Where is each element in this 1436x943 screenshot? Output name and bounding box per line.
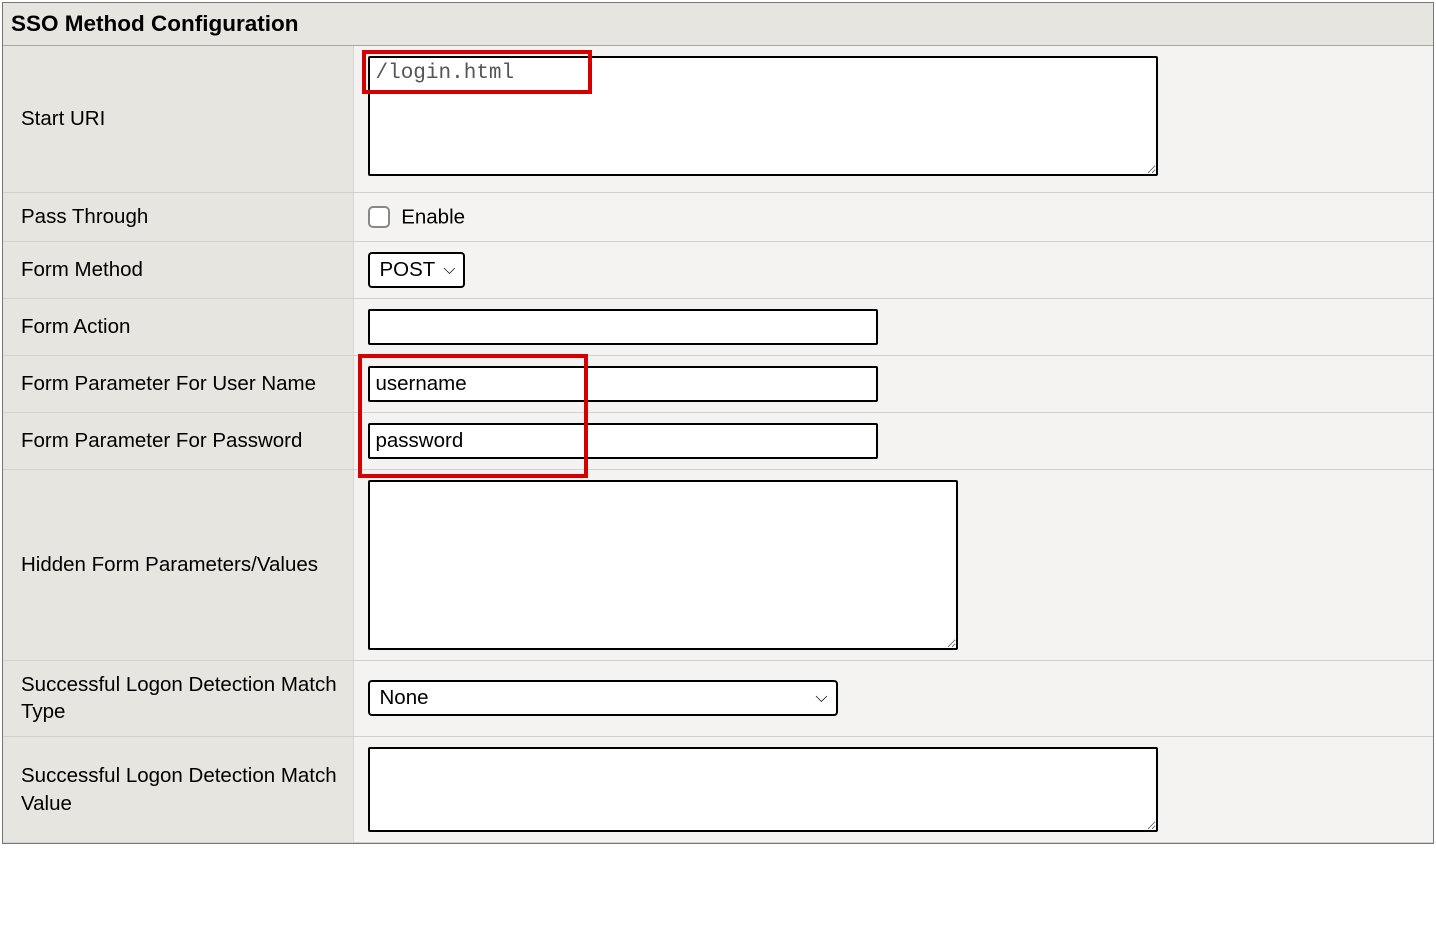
pass-through-checkbox[interactable] bbox=[368, 206, 390, 228]
label-param-password: Form Parameter For Password bbox=[3, 412, 353, 469]
label-form-method: Form Method bbox=[3, 241, 353, 298]
sso-method-configuration-panel: SSO Method Configuration Start URI Pass … bbox=[2, 2, 1434, 844]
label-form-action: Form Action bbox=[3, 298, 353, 355]
param-username-input[interactable] bbox=[368, 366, 878, 402]
config-form-table: Start URI Pass Through Enable Form Metho… bbox=[3, 45, 1433, 843]
start-uri-textarea[interactable] bbox=[368, 56, 1158, 176]
label-param-username: Form Parameter For User Name bbox=[3, 355, 353, 412]
form-action-input[interactable] bbox=[368, 309, 878, 345]
label-start-uri: Start URI bbox=[3, 46, 353, 193]
match-type-select-value: None bbox=[380, 686, 429, 710]
match-value-textarea[interactable] bbox=[368, 747, 1158, 832]
panel-title: SSO Method Configuration bbox=[3, 3, 1433, 45]
chevron-down-icon: ⌵ bbox=[443, 262, 455, 278]
match-type-select[interactable]: None ⌵ bbox=[368, 680, 838, 716]
label-match-type: Successful Logon Detection Match Type bbox=[3, 660, 353, 736]
hidden-params-textarea[interactable] bbox=[368, 480, 958, 650]
label-hidden-params: Hidden Form Parameters/Values bbox=[3, 469, 353, 660]
chevron-down-icon: ⌵ bbox=[815, 690, 827, 706]
pass-through-checkbox-label: Enable bbox=[401, 205, 465, 228]
form-method-select-value: POST bbox=[380, 258, 436, 282]
label-pass-through: Pass Through bbox=[3, 193, 353, 242]
param-password-input[interactable] bbox=[368, 423, 878, 459]
form-method-select[interactable]: POST ⌵ bbox=[368, 252, 466, 288]
label-match-value: Successful Logon Detection Match Value bbox=[3, 737, 353, 843]
